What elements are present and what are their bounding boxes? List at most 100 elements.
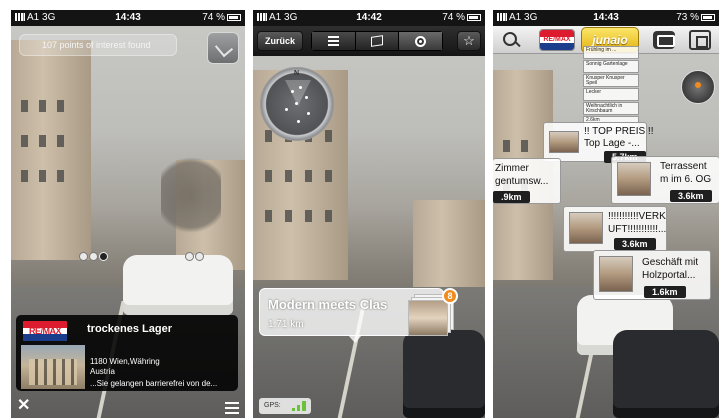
map-icon [371,35,383,47]
remax-logo: RE/MAX [543,36,571,43]
poi-tag-distance: 3.6km [614,238,656,250]
poi-tag-title: Geschäft mit [642,257,699,268]
battery-icon [467,13,481,21]
poi-tag-title: Zimmer [495,163,529,174]
poi-tag-subtitle: m im 6. OG [660,174,712,185]
scan-icon[interactable] [689,30,711,50]
poi-tag[interactable]: Geschäft mit Holzportal... 1.6km [593,250,711,300]
poi-title: trockenes Lager [87,323,172,335]
poi-title: Modern meets Clas [268,297,388,312]
poi-description: ...Sie gelangen barrierefrei von de... [90,379,218,388]
radar-point [305,96,308,99]
screen-ar-browser-2: A1 3G 14:42 74 % Zurück ☆ N Modern meets… [253,10,485,418]
radar-point [295,102,298,105]
poi-address-line2: Austria [90,367,115,376]
radar-button[interactable] [681,70,715,104]
menu-icon[interactable] [225,402,239,414]
poi-tag-title: !! TOP PREIS !! [584,126,654,137]
poi-count-label: 107 points of interest found [19,34,177,56]
poi-thumbnail [408,300,448,336]
poi-image-stack[interactable]: 8 [408,288,458,336]
battery-icon [701,13,715,21]
list-icon [327,36,339,46]
battery-percent: 74 % [202,12,225,23]
building [11,40,91,260]
page-dot[interactable] [79,252,88,261]
poi-tag-distance: .9km [493,191,530,203]
radar-point [285,108,288,111]
gps-label: GPS: [264,402,281,409]
poi-tag[interactable]: !!!!!!!!!!!VERKA UFT!!!!!!!!!!!... 3.6km [563,206,667,252]
poi-tag-subtitle: Holzportal... [642,270,696,281]
car [403,330,485,418]
poi-tag-subtitle: Top Lage -... [584,138,640,149]
tab-map-view[interactable] [355,32,400,50]
poi-list[interactable]: Frühling im ... Sonnig Gartenlage Knuspe… [583,46,639,130]
battery-icon [227,13,241,21]
car [613,330,719,418]
tab-camera-view[interactable] [399,32,443,50]
poi-thumbnail [569,212,603,244]
poi-tag-subtitle: UFT!!!!!!!!!!!... [608,224,666,235]
radar-toggle-button[interactable] [207,32,239,64]
poi-address-line1: 1180 Wien,Währing [90,357,160,366]
battery-percent: 74 % [442,12,465,23]
list-item[interactable]: Sonnig Gartenlage [583,60,639,73]
poi-tag-title: !!!!!!!!!!!VERKA [608,211,666,222]
poi-tag[interactable]: Zimmer gentumsw... .9km [493,158,561,204]
radar-point [307,112,310,115]
back-button[interactable]: Zurück [257,31,303,51]
favorite-button[interactable]: ☆ [457,31,481,51]
poi-tag-distance: 1.6km [644,286,686,298]
view-cone [285,80,311,106]
poi-tag[interactable]: Terrassent m im 6. OG 3.6km [611,156,719,204]
status-bar: A1 3G 14:42 74 % [253,10,485,26]
page-dot[interactable] [195,252,204,261]
poi-thumbnail [21,345,85,389]
poi-tag-subtitle: gentumsw... [495,176,549,187]
poi-detail-card[interactable]: RE/MAX trockenes Lager 1180 Wien,Währing… [16,315,238,391]
status-bar: A1 3G 14:43 74 % [11,10,245,26]
compass-north-label: N [294,70,300,77]
poi-thumbnail [617,162,651,196]
channel-remax-button[interactable]: RE/MAX [539,29,575,51]
list-item[interactable]: Frühling im ... [583,46,639,59]
list-item[interactable]: Lecker [583,88,639,101]
remax-logo: RE/MAX [23,321,67,341]
arrow-icon [214,38,234,58]
navigation-bar: Zurück ☆ [253,26,485,56]
radar-point [291,90,294,93]
list-item[interactable]: Weihnachtlich in Kirschbaum [583,102,639,115]
camera-icon [415,35,427,47]
poi-tag-distance: 3.6km [670,190,712,202]
screen-ar-browser-3: A1 3G 14:43 73 % RE/MAX junaio Frühling … [493,10,719,418]
poi-distance: 1.71 km [268,319,304,330]
radar-point [299,86,302,89]
chat-icon[interactable] [653,31,675,49]
page-indicator-right[interactable] [185,248,205,261]
radar-point [297,120,300,123]
page-indicator[interactable] [79,248,109,261]
page-dot[interactable] [89,252,98,261]
list-item[interactable]: Knusper Knusper Speil [583,74,639,87]
gps-indicator: GPS: [259,398,311,414]
star-icon: ☆ [463,33,475,48]
page-dot[interactable] [185,252,194,261]
building [413,200,485,290]
tree [161,150,221,240]
view-mode-switcher [311,31,443,51]
status-bar: A1 3G 14:43 73 % [493,10,719,26]
battery-percent: 73 % [676,12,699,23]
poi-thumbnail [599,256,633,292]
search-icon[interactable] [501,30,521,50]
close-icon[interactable]: ✕ [17,395,30,415]
gps-signal-icon [292,401,306,411]
poi-count-badge: 8 [442,288,458,304]
poi-thumbnail [549,131,579,153]
page-dot-active[interactable] [99,252,108,261]
compass-radar[interactable]: N [260,67,334,141]
screen-ar-browser-1: A1 3G 14:43 74 % 107 points of interest … [11,10,245,418]
tab-list-view[interactable] [312,32,356,50]
car [123,255,233,315]
poi-tag-title: Terrassent [660,161,707,172]
